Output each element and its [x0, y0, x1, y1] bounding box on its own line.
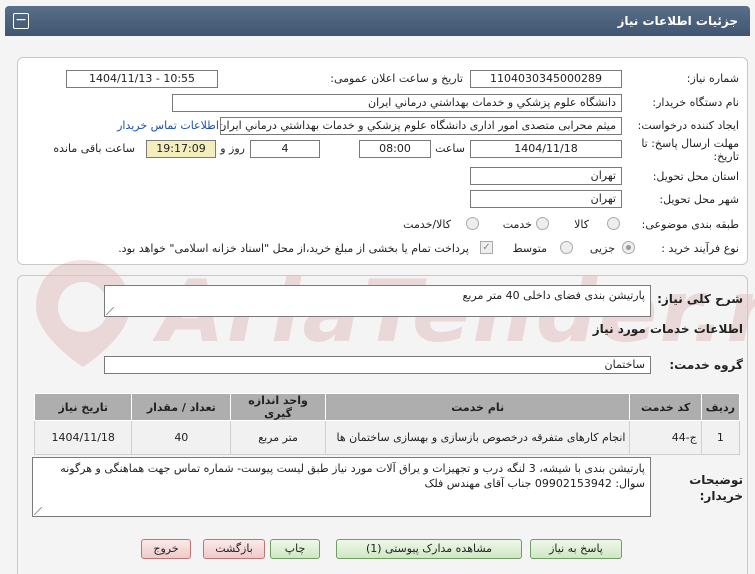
buyer-notes-field: پارتیشن بندی با شیشه، 3 لنگه درب و تجهیز… — [32, 457, 651, 517]
col-date: تاریخ نیاز — [33, 393, 133, 421]
buyer-contact-link[interactable]: اطلاعات تماس خریدار — [117, 119, 219, 132]
resize-handle-icon[interactable] — [106, 307, 114, 315]
cell-date: 1404/11/18 — [33, 420, 133, 455]
payment-note: پرداخت تمام یا بخشی از مبلغ خرید،از محل … — [118, 242, 469, 255]
need-number-field: 1104030345000289 — [470, 70, 622, 88]
category-radio-goods[interactable] — [607, 217, 620, 230]
print-button[interactable]: چاپ — [270, 539, 320, 559]
page-title: جزئیات اطلاعات نیاز — [617, 14, 738, 28]
category-option-service: خدمت — [502, 218, 532, 231]
buyer-label: نام دستگاه خریدار: — [652, 96, 739, 109]
services-title: اطلاعات خدمات مورد نیاز — [592, 322, 743, 336]
treasury-checkbox[interactable]: ✓ — [480, 241, 493, 254]
need-summary-field: پارتیشن بندی فضای داخلی 40 متر مربع — [104, 285, 651, 317]
table-header-row: ردیف کد خدمت نام خدمت واحد اندازه گیری ت… — [33, 393, 741, 421]
remaining-time-field: 19:17:09 — [146, 140, 216, 158]
category-option-goods: کالا — [574, 218, 589, 231]
buyer-field: دانشگاه علوم پزشکي و خدمات بهداشتي درمان… — [172, 94, 622, 112]
creator-label: ایجاد کننده درخواست: — [637, 119, 739, 132]
province-field: تهران — [470, 167, 622, 185]
need-number-label: شماره نیاز: — [686, 72, 739, 85]
deadline-label-2: تاریخ: — [713, 150, 739, 163]
col-code: کد خدمت — [629, 393, 702, 421]
deadline-time-field: 08:00 — [359, 140, 431, 158]
deadline-time-label: ساعت — [435, 142, 465, 155]
process-label: نوع فرآیند خرید : — [661, 242, 739, 255]
resize-handle-icon[interactable] — [34, 507, 42, 515]
buyer-notes-label: توضیحات — [689, 473, 743, 487]
category-radio-goods-service[interactable] — [466, 217, 479, 230]
collapse-icon[interactable]: − — [13, 13, 29, 29]
process-option-minor: جزیی — [589, 242, 615, 255]
service-group-field: ساختمان — [104, 356, 651, 374]
deadline-date-field: 1404/11/18 — [470, 140, 622, 158]
cell-qty: 40 — [131, 420, 232, 455]
service-group-label: گروه خدمت: — [669, 358, 743, 372]
cell-unit: متر مربع — [230, 420, 326, 455]
cell-name: انجام کارهای متفرقه درخصوص بازسازی و بهس… — [324, 420, 631, 455]
col-row: ردیف — [700, 393, 741, 421]
remaining-label: ساعت باقی مانده — [53, 142, 135, 155]
buyer-notes-label-2: خریدار: — [699, 489, 743, 503]
category-radio-service[interactable] — [536, 217, 549, 230]
page-header: جزئیات اطلاعات نیاز − — [5, 6, 750, 36]
deadline-label: مهلت ارسال پاسخ: تا — [641, 137, 739, 150]
announce-field: 1404/11/13 - 10:55 — [66, 70, 218, 88]
reply-button[interactable]: پاسخ به نیاز — [530, 539, 622, 559]
info-panel — [17, 57, 748, 265]
col-qty: تعداد / مقدار — [131, 393, 232, 421]
days-field: 4 — [250, 140, 320, 158]
creator-field: میثم محرابی متصدی امور اداری دانشگاه علو… — [220, 117, 622, 135]
col-unit: واحد اندازه گیری — [230, 393, 326, 421]
exit-button[interactable]: خروج — [141, 539, 191, 559]
need-summary-label: شرح کلی نیاز: — [657, 292, 743, 306]
category-label: طبقه بندی موضوعی: — [641, 218, 739, 231]
process-radio-medium[interactable] — [560, 241, 573, 254]
process-option-medium: متوسط — [512, 242, 547, 255]
province-label: استان محل تحویل: — [652, 170, 739, 183]
cell-code: ج-44 — [629, 420, 702, 455]
city-field: تهران — [470, 190, 622, 208]
back-button[interactable]: بازگشت — [203, 539, 265, 559]
table-row: 1 ج-44 انجام کارهای متفرقه درخصوص بازساز… — [33, 420, 741, 455]
city-label: شهر محل تحویل: — [659, 193, 739, 206]
cell-row: 1 — [700, 420, 741, 455]
days-label: روز و — [220, 142, 245, 155]
view-attachments-button[interactable]: مشاهده مدارک پیوستی (1) — [336, 539, 522, 559]
services-table: ردیف کد خدمت نام خدمت واحد اندازه گیری ت… — [33, 393, 741, 455]
category-option-goods-service: کالا/خدمت — [403, 218, 451, 231]
announce-label: تاریخ و ساعت اعلان عمومی: — [330, 72, 463, 85]
col-name: نام خدمت — [324, 393, 631, 421]
process-radio-minor[interactable] — [622, 241, 635, 254]
